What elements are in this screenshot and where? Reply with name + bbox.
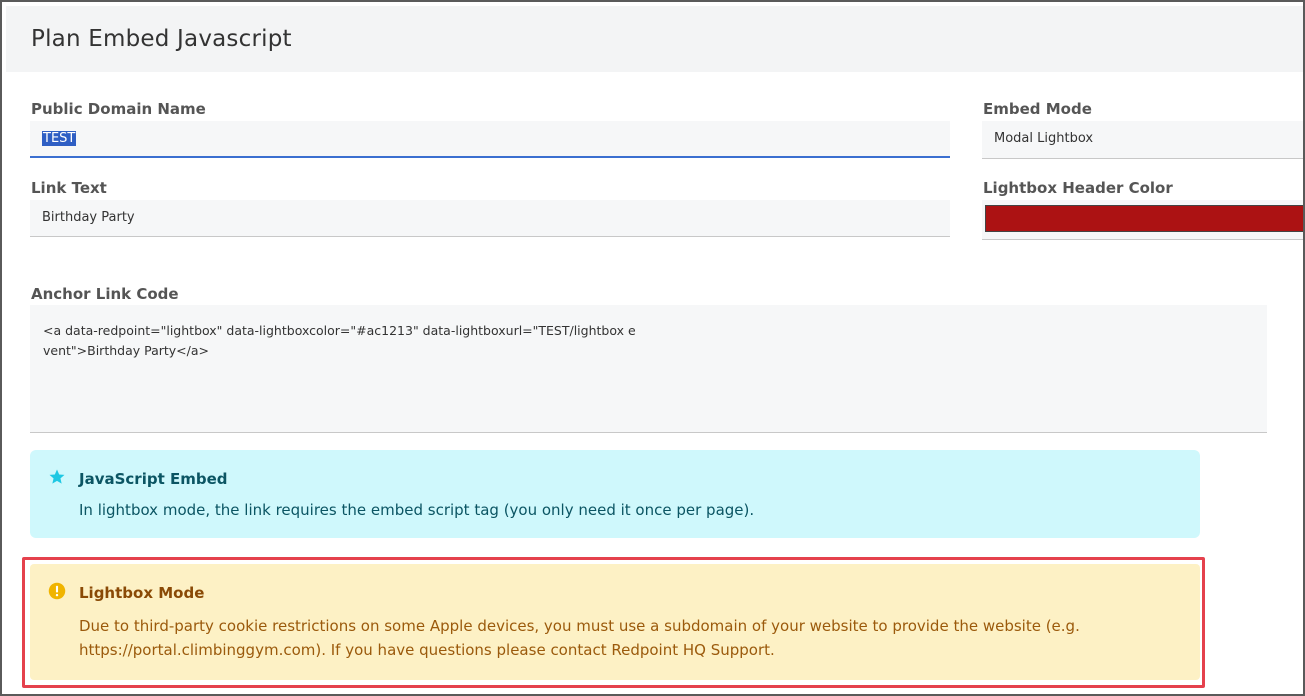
header-color-label: Lightbox Header Color: [983, 179, 1173, 197]
anchor-code-label: Anchor Link Code: [31, 285, 179, 303]
anchor-code-textarea[interactable]: <a data-redpoint="lightbox" data-lightbo…: [30, 305, 1267, 433]
link-text-input[interactable]: Birthday Party: [30, 200, 950, 237]
info-alert-text: In lightbox mode, the link requires the …: [79, 501, 755, 519]
domain-value: TEST: [42, 131, 77, 146]
window-frame: Plan Embed Javascript Public Domain Name…: [0, 0, 1305, 696]
embed-mode-select[interactable]: Modal Lightbox: [982, 121, 1303, 159]
exclamation-circle-icon: [48, 582, 66, 600]
embed-mode-label: Embed Mode: [983, 100, 1092, 118]
link-text-value: Birthday Party: [42, 210, 135, 225]
info-alert-title: JavaScript Embed: [79, 470, 228, 488]
domain-label: Public Domain Name: [31, 100, 206, 118]
link-text-label: Link Text: [31, 179, 107, 197]
page-title: Plan Embed Javascript: [31, 26, 292, 52]
domain-input[interactable]: TEST: [30, 121, 950, 158]
page-header: Plan Embed Javascript: [6, 6, 1303, 72]
embed-mode-value: Modal Lightbox: [994, 131, 1094, 146]
warning-alert-text: Due to third-party cookie restrictions o…: [79, 617, 1080, 659]
anchor-code-text: <a data-redpoint="lightbox" data-lightbo…: [43, 323, 636, 358]
star-icon: [49, 469, 65, 484]
warning-alert-title: Lightbox Mode: [79, 584, 205, 602]
header-color-picker[interactable]: [985, 205, 1303, 232]
warning-alert: Lightbox Mode Due to third-party cookie …: [30, 564, 1200, 680]
info-alert: JavaScript Embed In lightbox mode, the l…: [30, 450, 1200, 538]
